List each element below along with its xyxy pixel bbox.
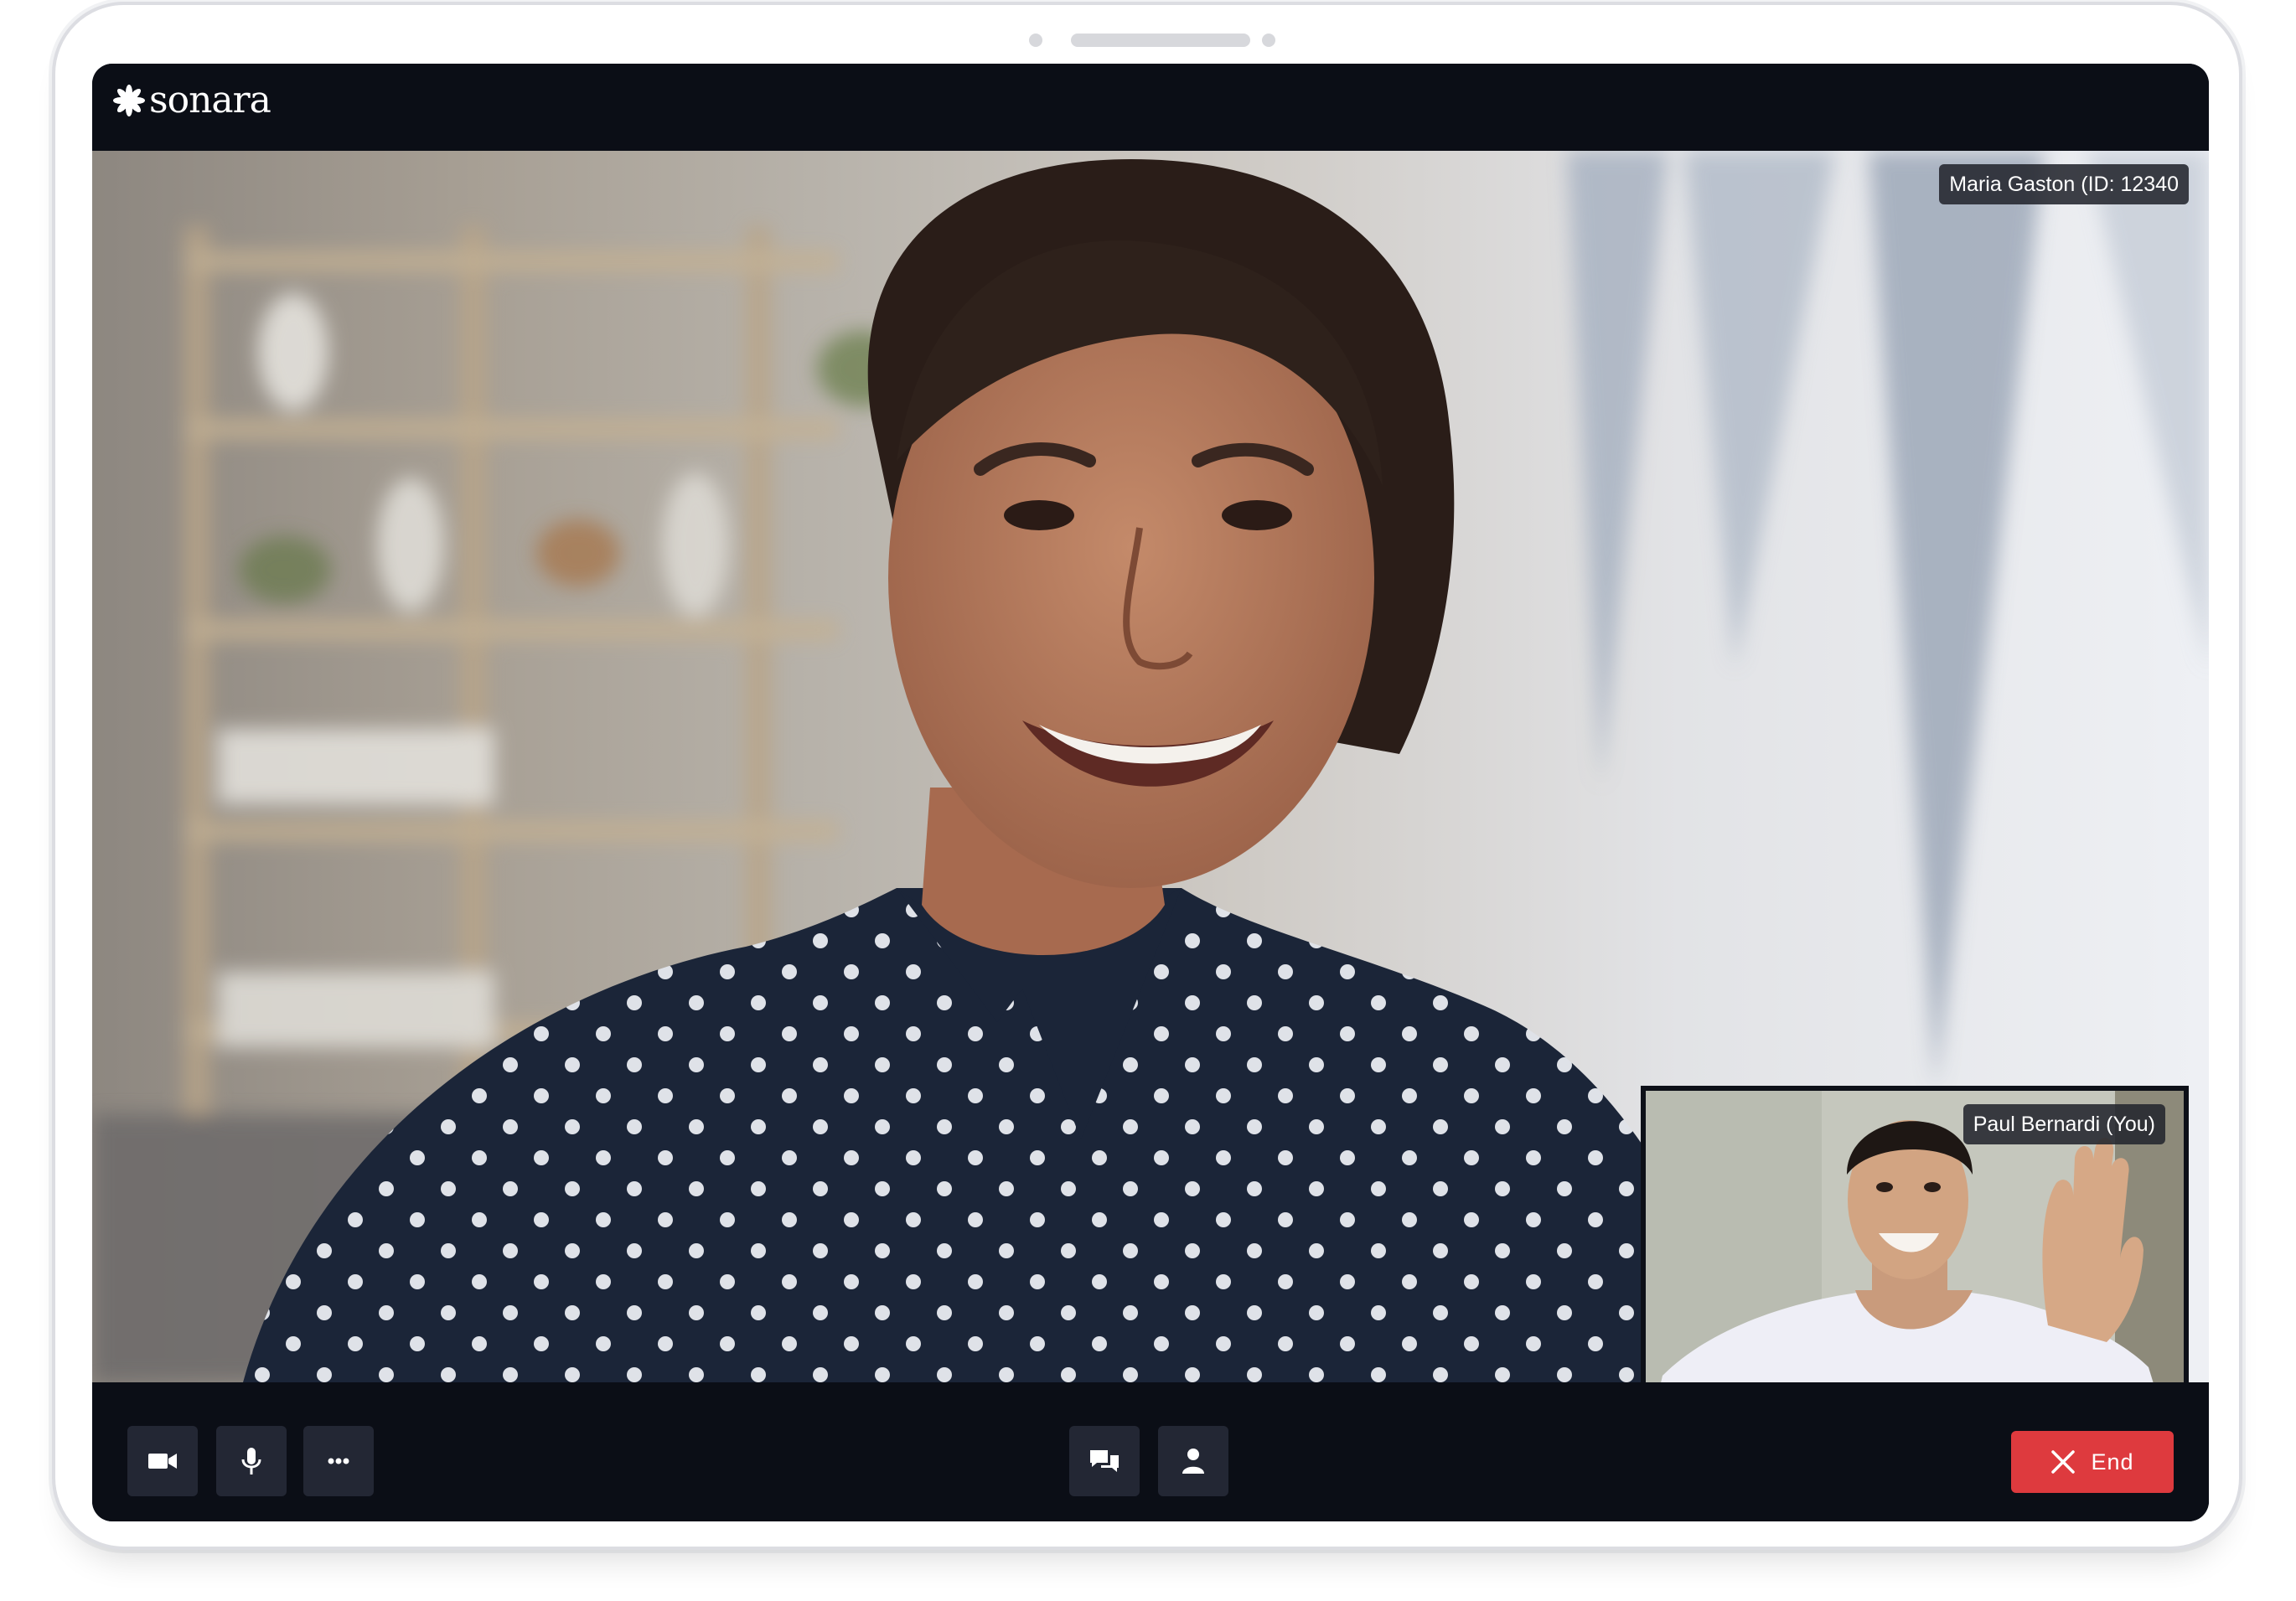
remote-video-feed: Maria Gaston (ID: 12340 Paul Bernardi (Y…: [92, 151, 2209, 1382]
ellipsis-icon: [328, 1458, 349, 1464]
camera-sensor-dot: [1262, 34, 1275, 47]
microphone-button[interactable]: [216, 1426, 287, 1496]
end-call-button[interactable]: End: [2011, 1431, 2174, 1493]
tablet-frame: sonara Maria Gaston (ID: 12340 Paul Bern…: [52, 2, 2242, 1550]
participants-button[interactable]: [1158, 1426, 1228, 1496]
app-header: sonara: [92, 64, 2209, 151]
brand-logo: sonara: [112, 82, 271, 119]
asterisk-flower-icon: [113, 85, 145, 116]
self-participant-label: Paul Bernardi (You): [1962, 1104, 2165, 1144]
more-options-button[interactable]: [303, 1426, 374, 1496]
video-camera-icon: [148, 1454, 177, 1469]
camera-sensor-dot: [1029, 34, 1042, 47]
microphone-icon: [241, 1448, 261, 1474]
self-video-preview[interactable]: Paul Bernardi (You): [1641, 1086, 2189, 1382]
speaker-grille: [1071, 34, 1250, 47]
person-icon: [1182, 1449, 1204, 1474]
camera-button[interactable]: [127, 1426, 198, 1496]
close-x-icon: [2051, 1450, 2076, 1474]
chat-bubbles-icon: [1090, 1450, 1119, 1472]
remote-participant-label: Maria Gaston (ID: 12340: [1939, 164, 2189, 204]
end-call-label: End: [2091, 1449, 2134, 1474]
chat-button[interactable]: [1069, 1426, 1140, 1496]
brand-name: sonara: [149, 79, 271, 121]
call-controls-bar: End: [92, 1382, 2209, 1521]
video-call-app: sonara Maria Gaston (ID: 12340 Paul Bern…: [92, 64, 2209, 1521]
